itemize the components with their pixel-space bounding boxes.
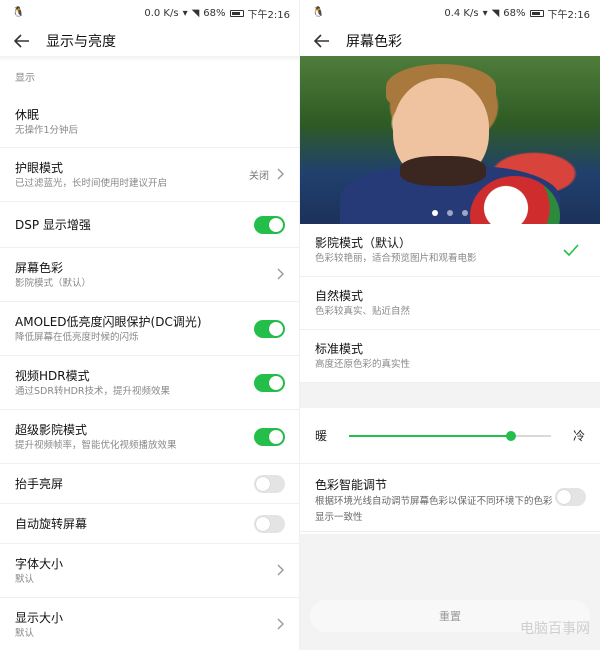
row-title: 休眠 <box>15 107 40 122</box>
color-temperature-slider[interactable] <box>349 430 551 441</box>
cold-label: 冷 <box>572 429 585 443</box>
chevron-right-icon <box>277 265 285 284</box>
battery-percent: 68% <box>203 7 226 19</box>
setting-row-raise-to-wake[interactable]: 抬手亮屏 <box>0 464 300 504</box>
row-title: 护眼模式 <box>15 160 64 175</box>
row-subtitle: 无操作1分钟后 <box>15 124 79 136</box>
color-mode-option[interactable]: 标准模式高度还原色彩的真实性 <box>300 330 600 383</box>
display-brightness-screen: 🐧 0.0 K/s ▾ ◥ 68% 下午2:16 显示与亮度 显示 休眠无操作1… <box>0 0 300 650</box>
slider-thumb[interactable] <box>505 430 516 441</box>
row-title: 超级影院模式 <box>15 422 88 437</box>
battery-icon <box>529 9 544 17</box>
setting-row-super-cinema[interactable]: 超级影院模式提升视频帧率，智能优化视频播放效果 <box>0 410 300 464</box>
page-title: 屏幕色彩 <box>346 34 402 50</box>
clock: 下午2:16 <box>247 9 290 21</box>
signal-icon: ▾ <box>482 7 488 19</box>
row-title: DSP 显示增强 <box>15 217 91 232</box>
carousel-dot[interactable] <box>432 210 438 216</box>
network-speed: 0.4 K/s <box>444 7 479 19</box>
clock: 下午2:16 <box>547 9 590 21</box>
smart-color-row[interactable]: 色彩智能调节 根据环境光线自动调节屏幕色彩以保证不同环境下的色彩显示一致性 <box>300 464 600 532</box>
mode-subtitle: 色彩较真实、贴近自然 <box>315 306 411 317</box>
carousel-indicator <box>300 210 600 216</box>
toggle-switch[interactable] <box>254 373 285 392</box>
toggle-switch[interactable] <box>254 319 285 338</box>
chevron-right-icon <box>277 561 285 580</box>
mode-title: 自然模式 <box>315 289 364 303</box>
battery-percent: 68% <box>503 7 526 19</box>
preview-image[interactable] <box>300 56 600 224</box>
wifi-icon: ◥ <box>191 7 200 19</box>
page-title: 显示与亮度 <box>46 34 116 50</box>
smart-color-toggle[interactable] <box>555 488 586 506</box>
network-speed: 0.0 K/s <box>144 7 179 19</box>
toggle-switch[interactable] <box>254 427 285 446</box>
color-mode-option[interactable]: 自然模式色彩较真实、贴近自然 <box>300 277 600 330</box>
settings-list: 休眠 无操作1分钟后 护眼模式 已过滤蓝光，长时间使用时建议开启 关闭 DSP 显示增强屏… <box>0 96 300 650</box>
row-title: 字体大小 <box>15 556 64 571</box>
warm-label: 暖 <box>315 429 328 443</box>
toggle-switch[interactable] <box>254 215 285 234</box>
row-title: 抬手亮屏 <box>15 476 64 491</box>
screen-color-screen: 🐧 0.4 K/s ▾ ◥ 68% 下午2:16 屏幕色彩 影院模式（默认） 色彩… <box>300 0 600 650</box>
chevron-right-icon <box>277 165 285 184</box>
back-arrow-icon[interactable] <box>314 31 334 51</box>
setting-row-font-size[interactable]: 字体大小 默认 <box>0 544 300 598</box>
battery-icon <box>229 9 244 17</box>
row-subtitle: 根据环境光线自动调节屏幕色彩以保证不同环境下的色彩显示一致性 <box>315 496 553 523</box>
row-title: 视频HDR模式 <box>15 368 90 383</box>
carousel-dot[interactable] <box>462 210 468 216</box>
watermark: 电脑百事网 <box>520 621 590 637</box>
color-mode-option[interactable]: 影院模式（默认） 色彩较艳丽，适合预览图片和观看电影 <box>300 224 600 277</box>
setting-row-amoled-dc-dimming[interactable]: AMOLED低亮度闪眼保护(DC调光) 降低屏幕在低亮度时候的闪烁 <box>0 302 300 356</box>
status-bar: 🐧 0.4 K/s ▾ ◥ 68% 下午2:16 <box>300 0 600 26</box>
mode-title: 影院模式（默认） <box>315 236 412 250</box>
row-title: 显示大小 <box>15 610 64 625</box>
penguin-icon: 🐧 <box>12 7 25 18</box>
row-subtitle: 影院模式（默认） <box>15 277 92 289</box>
wifi-icon: ◥ <box>491 7 500 19</box>
setting-row-auto-rotate[interactable]: 自动旋转屏幕 <box>0 504 300 544</box>
color-mode-list: 影院模式（默认） 色彩较艳丽，适合预览图片和观看电影 自然模式 色彩较真实、贴近自然标… <box>300 224 600 383</box>
color-temperature-slider-row: 暖 冷 <box>300 408 600 464</box>
row-subtitle: 默认 <box>15 573 35 585</box>
penguin-icon: 🐧 <box>312 7 325 18</box>
setting-row-screen-color[interactable]: 屏幕色彩影院模式（默认） <box>0 248 300 302</box>
status-bar: 🐧 0.0 K/s ▾ ◥ 68% 下午2:16 <box>0 0 300 26</box>
setting-row-video-hdr[interactable]: 视频HDR模式通过SDR转HDR技术，提升视频效果 <box>0 356 300 410</box>
row-title: 屏幕色彩 <box>15 260 64 275</box>
app-bar: 屏幕色彩 <box>300 26 600 56</box>
mode-subtitle: 色彩较艳丽，适合预览图片和观看电影 <box>315 253 477 264</box>
setting-row-display-size[interactable]: 显示大小 默认 <box>0 598 300 650</box>
carousel-dot[interactable] <box>447 210 453 216</box>
check-icon <box>563 241 585 260</box>
signal-icon: ▾ <box>182 7 188 19</box>
setting-row-sleep[interactable]: 休眠无操作1分钟后 <box>0 96 300 148</box>
toggle-switch[interactable] <box>254 474 285 493</box>
setting-row-dsp-enhance[interactable]: DSP 显示增强 <box>0 202 300 248</box>
row-title: 色彩智能调节 <box>315 478 388 492</box>
section-header: 显示 <box>15 73 35 84</box>
row-value: 关闭 <box>249 171 269 182</box>
row-subtitle: 已过滤蓝光，长时间使用时建议开启 <box>15 177 168 189</box>
row-subtitle: 默认 <box>15 627 35 639</box>
row-title: AMOLED低亮度闪眼保护(DC调光) <box>15 314 202 329</box>
app-bar: 显示与亮度 <box>0 26 300 56</box>
back-arrow-icon[interactable] <box>14 31 34 51</box>
row-title: 自动旋转屏幕 <box>15 516 88 531</box>
row-subtitle: 通过SDR转HDR技术，提升视频效果 <box>15 385 171 397</box>
mode-title: 标准模式 <box>315 342 364 356</box>
setting-row-eye-protection[interactable]: 护眼模式已过滤蓝光，长时间使用时建议开启 关闭 <box>0 148 300 202</box>
slider-fill <box>349 434 511 437</box>
row-subtitle: 提升视频帧率，智能优化视频播放效果 <box>15 439 177 451</box>
mode-subtitle: 高度还原色彩的真实性 <box>315 359 411 370</box>
toggle-switch[interactable] <box>254 514 285 533</box>
chevron-right-icon <box>277 615 285 634</box>
row-subtitle: 降低屏幕在低亮度时候的闪烁 <box>15 331 139 343</box>
